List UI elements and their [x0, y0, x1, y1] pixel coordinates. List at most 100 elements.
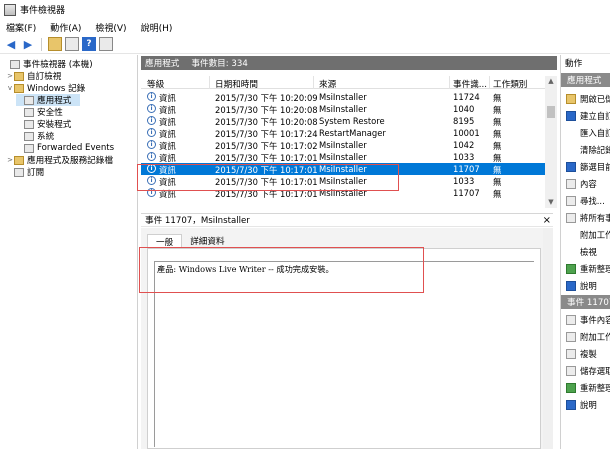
tree-label: 安全性: [37, 108, 63, 118]
action-item[interactable]: 重新整理: [561, 262, 610, 276]
menu-help[interactable]: 說明(H): [141, 21, 173, 34]
tree-item-windows-logs[interactable]: v Windows 記錄: [6, 82, 85, 94]
tree-label: 應用程式: [37, 96, 72, 106]
action-item[interactable]: 說明: [561, 279, 610, 293]
tree-item-security[interactable]: 安全性: [16, 106, 63, 118]
actions-title: 動作: [565, 59, 583, 69]
tree-item-app-service-logs[interactable]: > 應用程式及服務記錄檔: [6, 154, 113, 166]
cell-source: MsiInstaller: [319, 104, 367, 114]
table-row[interactable]: i 資訊 2015/7/30 下午 10:17:24 RestartManager 10…: [141, 127, 545, 139]
toolbar-separator: [41, 37, 42, 51]
cell-event-id: 11707: [453, 188, 480, 198]
close-icon[interactable]: ×: [543, 215, 551, 226]
folder-icon: [14, 155, 24, 165]
toolbar: ◀ ▶ ?: [0, 35, 610, 54]
forward-arrow-icon[interactable]: ▶: [21, 37, 35, 51]
tree-label: 自訂檢視: [27, 72, 62, 82]
table-row[interactable]: i 資訊 2015/7/30 下午 10:17:01 MsiInstaller 1033…: [141, 151, 545, 163]
cell-event-id: 1033: [453, 152, 475, 162]
action-item[interactable]: 附加工作至此記錄...: [561, 228, 610, 242]
column-level[interactable]: 等級: [147, 78, 164, 90]
log-header: 應用程式 事件數目: 334: [141, 56, 557, 70]
action-item[interactable]: 匯入自訂檢視...: [561, 126, 610, 140]
back-arrow-icon[interactable]: ◀: [4, 37, 18, 51]
tree-item-subscriptions[interactable]: 訂閱: [6, 166, 44, 178]
folder-up-icon[interactable]: [48, 37, 62, 51]
folder-icon: [566, 94, 576, 104]
tree-label: 安裝程式: [37, 120, 72, 130]
cell-event-id: 8195: [453, 116, 475, 126]
action-item[interactable]: 說明: [561, 398, 610, 412]
action-label: 篩選目前的記錄...: [580, 162, 610, 172]
scroll-down-arrow-icon[interactable]: ▼: [545, 197, 557, 208]
tree-label: Windows 記錄: [27, 84, 86, 94]
action-item[interactable]: 重新整理: [561, 381, 610, 395]
none-icon: [566, 145, 576, 155]
cell-event-id: 11724: [453, 92, 480, 102]
tree-label: Forwarded Events: [37, 143, 115, 153]
action-label: 複製: [580, 349, 597, 359]
expand-chevron-icon[interactable]: >: [6, 156, 14, 164]
expand-chevron-icon[interactable]: >: [6, 72, 14, 80]
panel-icon[interactable]: [99, 37, 113, 51]
save-icon: [566, 213, 576, 223]
tab-details[interactable]: 詳細資料: [182, 234, 232, 248]
scroll-up-arrow-icon[interactable]: ▲: [545, 76, 557, 87]
action-item[interactable]: 將所有事件儲存為...: [561, 211, 610, 225]
tree-item-event-viewer-local[interactable]: 事件檢視器 (本機): [2, 58, 93, 70]
menu-action[interactable]: 動作(A): [50, 21, 81, 34]
action-label: 說明: [580, 400, 597, 410]
action-label: 儲存選取的事件...: [580, 366, 610, 376]
properties-icon[interactable]: [65, 37, 79, 51]
column-datetime[interactable]: 日期和時間: [215, 78, 258, 90]
tree-item-custom-views[interactable]: > 自訂檢視: [6, 70, 61, 82]
column-source[interactable]: 來源: [319, 78, 336, 90]
tree-item-forwarded-events[interactable]: Forwarded Events: [16, 142, 114, 154]
information-icon: i: [147, 128, 156, 137]
action-label: 重新整理: [580, 264, 610, 274]
action-item[interactable]: 內容: [561, 177, 610, 191]
detail-scrollbar[interactable]: [543, 228, 553, 449]
help-icon[interactable]: ?: [82, 37, 96, 51]
collapse-chevron-icon[interactable]: v: [6, 84, 14, 92]
event-detail-title: 事件 11707，MsiInstaller: [145, 216, 250, 226]
scroll-thumb[interactable]: [547, 106, 555, 118]
information-icon: i: [147, 104, 156, 113]
action-item[interactable]: 複製: [561, 347, 610, 361]
highlight-selected-row: [137, 164, 399, 191]
tab-general[interactable]: 一般: [147, 234, 183, 248]
column-task-category[interactable]: 工作類別: [493, 78, 527, 90]
menu-file[interactable]: 檔案(F): [6, 21, 36, 34]
subscription-icon: [14, 167, 24, 177]
action-label: 將所有事件儲存為...: [580, 213, 610, 223]
menu-view[interactable]: 檢視(V): [95, 21, 126, 34]
table-row[interactable]: i 資訊 2015/7/30 下午 10:20:09 MsiInstaller 1172…: [141, 91, 545, 103]
actions-section-event[interactable]: 事件 11707，MsiInstaller: [561, 295, 610, 309]
find-icon: [566, 196, 576, 206]
column-event-id[interactable]: 事件識...: [453, 78, 487, 90]
filter-icon: [566, 162, 576, 172]
table-row[interactable]: i 資訊 2015/7/30 下午 10:20:08 MsiInstaller 1040…: [141, 103, 545, 115]
table-row[interactable]: i 資訊 2015/7/30 下午 10:17:02 MsiInstaller 1042…: [141, 139, 545, 151]
action-item[interactable]: 檢視: [561, 245, 610, 259]
action-item[interactable]: 附加工作至此事件...: [561, 330, 610, 344]
event-count: 事件數目: 334: [191, 59, 248, 69]
action-item[interactable]: 尋找...: [561, 194, 610, 208]
tree-item-application[interactable]: 應用程式: [16, 94, 80, 106]
cell-source: MsiInstaller: [319, 140, 367, 150]
tree-item-setup[interactable]: 安裝程式: [16, 118, 71, 130]
action-item[interactable]: 篩選目前的記錄...: [561, 160, 610, 174]
actions-section-application[interactable]: 應用程式: [561, 73, 610, 87]
information-icon: i: [147, 92, 156, 101]
action-item[interactable]: 清除記錄...: [561, 143, 610, 157]
action-item[interactable]: 建立自訂檢視...: [561, 109, 610, 123]
none-icon: [566, 247, 576, 257]
action-label: 開啟已儲存的記錄檔...: [580, 94, 610, 104]
events-scrollbar[interactable]: ▲ ▼: [545, 76, 557, 208]
tree-item-system[interactable]: 系統: [16, 130, 54, 142]
table-row[interactable]: i 資訊 2015/7/30 下午 10:20:08 System Restore 81…: [141, 115, 545, 127]
action-label: 檢視: [580, 247, 597, 257]
action-item[interactable]: 開啟已儲存的記錄檔...: [561, 92, 610, 106]
action-item[interactable]: 事件內容: [561, 313, 610, 327]
action-item[interactable]: 儲存選取的事件...: [561, 364, 610, 378]
